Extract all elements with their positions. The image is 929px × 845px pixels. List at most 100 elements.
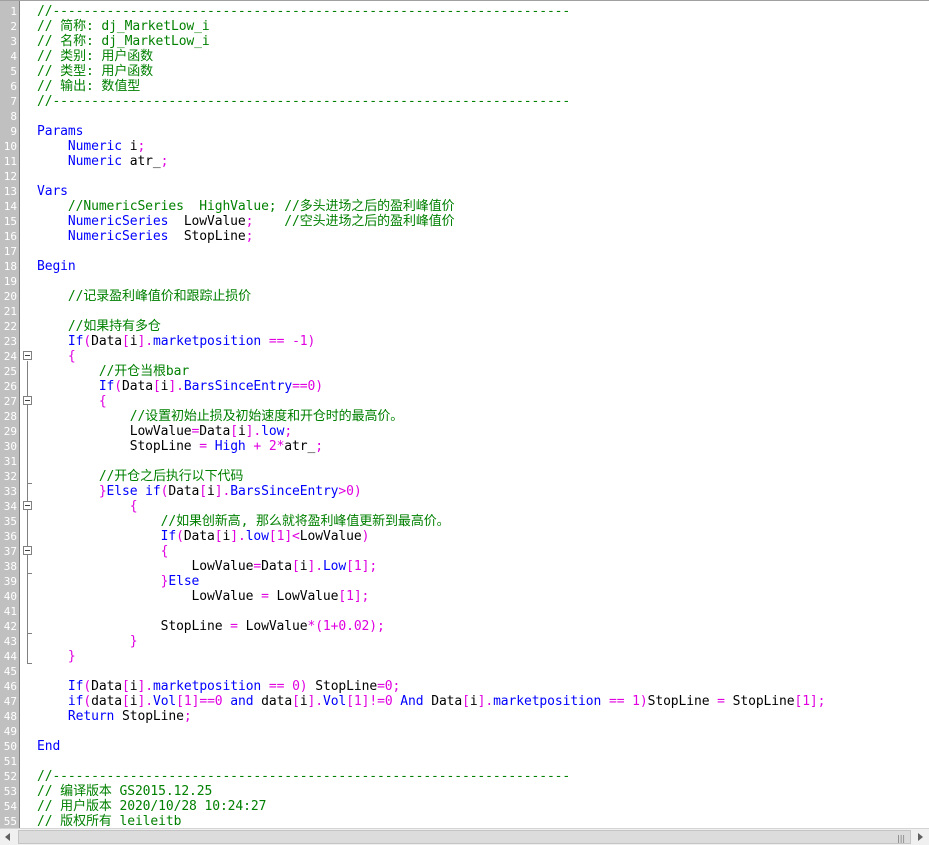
code-line[interactable]: 12 [0, 169, 929, 184]
line-text: if(data[i].Vol[1]==0 and data[i].Vol[1]!… [37, 694, 826, 709]
scroll-left-arrow-icon[interactable] [0, 829, 17, 845]
code-line[interactable]: 4 // 类别: 用户函数 [0, 49, 929, 64]
code-line[interactable]: 27 { [0, 394, 929, 409]
code-line[interactable]: 55 // 版权所有 leileitb [0, 814, 929, 828]
code-line[interactable]: 35 //如果创新高, 那么就将盈利峰值更新到最高价。 [0, 514, 929, 529]
code-token: >0) [338, 484, 362, 499]
code-line[interactable]: 25 //开仓当根bar [0, 364, 929, 379]
line-number: 51 [3, 755, 17, 768]
code-line[interactable]: 20 //记录盈利峰值价和跟踪止损价 [0, 289, 929, 304]
code-line[interactable]: 52 //------------------------------------… [0, 769, 929, 784]
code-editor[interactable]: 1 //-------------------------------------… [0, 0, 929, 828]
line-number: 33 [3, 485, 17, 498]
code-token: //--------------------------------------… [37, 4, 571, 19]
scrollbar-thumb[interactable]: ||| [18, 830, 911, 844]
code-token: //设置初始止损及初始速度和开仓时的最高价。 [37, 409, 404, 424]
code-line[interactable]: 24 { [0, 349, 929, 364]
code-token: i [207, 484, 215, 499]
code-line[interactable]: 32 //开仓之后执行以下代码 [0, 469, 929, 484]
code-line[interactable]: 49 [0, 724, 929, 739]
code-token: ]. [230, 529, 246, 544]
code-line[interactable]: 54 // 用户版本 2020/10/28 10:24:27 [0, 799, 929, 814]
code-line[interactable]: 23 If(Data[i].marketposition == -1) [0, 334, 929, 349]
code-token: [ [230, 424, 238, 439]
code-line[interactable]: 18 Begin [0, 259, 929, 274]
code-token: NumericSeries [37, 214, 169, 229]
line-number: 53 [3, 785, 17, 798]
code-line[interactable]: 2 // 简称: dj_MarketLow_i [0, 19, 929, 34]
code-line[interactable]: 5 // 类型: 用户函数 [0, 64, 929, 79]
line-number: 31 [3, 455, 17, 468]
code-line[interactable]: 1 //-------------------------------------… [0, 4, 929, 19]
code-token: Else [168, 574, 200, 589]
code-token: Data [168, 484, 200, 499]
code-line[interactable]: 6 // 输出: 数值型 [0, 79, 929, 94]
code-line[interactable]: 9 Params [0, 124, 929, 139]
code-token: ; [315, 439, 323, 454]
code-line[interactable]: 10 Numeric i; [0, 139, 929, 154]
code-line[interactable]: 15 NumericSeries LowValue; //空头进场之后的盈利峰值… [0, 214, 929, 229]
line-number: 14 [3, 200, 17, 213]
code-line[interactable]: 33 }Else if(Data[i].BarsSinceEntry>0) [0, 484, 929, 499]
code-line[interactable]: 11 Numeric atr_; [0, 154, 929, 169]
code-line[interactable]: 13 Vars [0, 184, 929, 199]
code-line[interactable]: 42 StopLine = LowValue*(1+0.02); [0, 619, 929, 634]
code-line[interactable]: 43 } [0, 634, 929, 649]
code-line[interactable]: 7 //-------------------------------------… [0, 94, 929, 109]
code-line[interactable]: 50 End [0, 739, 929, 754]
horizontal-scrollbar[interactable]: ||| [0, 828, 929, 845]
line-number: 47 [3, 695, 17, 708]
code-token: = [253, 559, 262, 574]
code-token: And [400, 694, 424, 709]
code-line[interactable]: 21 [0, 304, 929, 319]
line-number: 27 [3, 395, 17, 408]
code-line[interactable]: 8 [0, 109, 929, 124]
code-line[interactable]: 45 [0, 664, 929, 679]
code-line[interactable]: 40 LowValue = LowValue[1]; [0, 589, 929, 604]
code-token: If [37, 679, 84, 694]
code-line[interactable]: 53 // 编译版本 GS2015.12.25 [0, 784, 929, 799]
code-line[interactable]: 34 { [0, 499, 929, 514]
scroll-right-arrow-icon[interactable] [912, 829, 929, 845]
line-number: 34 [3, 500, 17, 513]
code-line[interactable]: 28 //设置初始止损及初始速度和开仓时的最高价。 [0, 409, 929, 424]
code-line[interactable]: 3 // 名称: dj_MarketLow_i [0, 34, 929, 49]
code-line[interactable]: 26 If(Data[i].BarsSinceEntry==0) [0, 379, 929, 394]
code-line[interactable]: 46 If(Data[i].marketposition == 0) StopL… [0, 679, 929, 694]
code-line[interactable]: 14 //NumericSeries HighValue; //多头进场之后的盈… [0, 199, 929, 214]
code-line[interactable]: 17 [0, 244, 929, 259]
code-token: ]. [137, 334, 154, 349]
code-token: Data [91, 679, 123, 694]
code-line[interactable]: 51 [0, 754, 929, 769]
code-line[interactable]: 41 [0, 604, 929, 619]
code-line[interactable]: 36 If(Data[i].low[1]<LowValue) [0, 529, 929, 544]
code-token: == -1) [261, 334, 316, 349]
code-token: Data [199, 424, 231, 439]
code-line[interactable]: 38 LowValue=Data[i].Low[1]; [0, 559, 929, 574]
line-text: //NumericSeries HighValue; //多头进场之后的盈利峰值… [37, 199, 455, 214]
code-line[interactable]: 48 Return StopLine; [0, 709, 929, 724]
code-line[interactable]: 22 //如果持有多仓 [0, 319, 929, 334]
code-line[interactable]: 39 }Else [0, 574, 929, 589]
code-token: StopLine [732, 694, 795, 709]
code-line[interactable]: 30 StopLine = High + 2*atr_; [0, 439, 929, 454]
code-token: } [37, 649, 76, 664]
code-token: BarsSinceEntry [183, 379, 293, 394]
code-line[interactable]: 37 { [0, 544, 929, 559]
code-line[interactable]: 19 [0, 274, 929, 289]
code-line[interactable]: 44 } [0, 649, 929, 664]
code-line[interactable]: 31 [0, 454, 929, 469]
code-line[interactable]: 47 if(data[i].Vol[1]==0 and data[i].Vol[… [0, 694, 929, 709]
code-token: = [253, 589, 277, 604]
line-text: { [37, 499, 138, 514]
code-line[interactable]: 29 LowValue=Data[i].low; [0, 424, 929, 439]
line-number: 39 [3, 575, 17, 588]
line-number: 54 [3, 800, 17, 813]
code-token: ]. [137, 694, 154, 709]
line-number: 50 [3, 740, 17, 753]
line-text: //开仓当根bar [37, 364, 189, 379]
line-number: 7 [10, 95, 17, 108]
line-text: //开仓之后执行以下代码 [37, 469, 244, 484]
code-line[interactable]: 16 NumericSeries StopLine; [0, 229, 929, 244]
code-token: ]. [168, 379, 184, 394]
